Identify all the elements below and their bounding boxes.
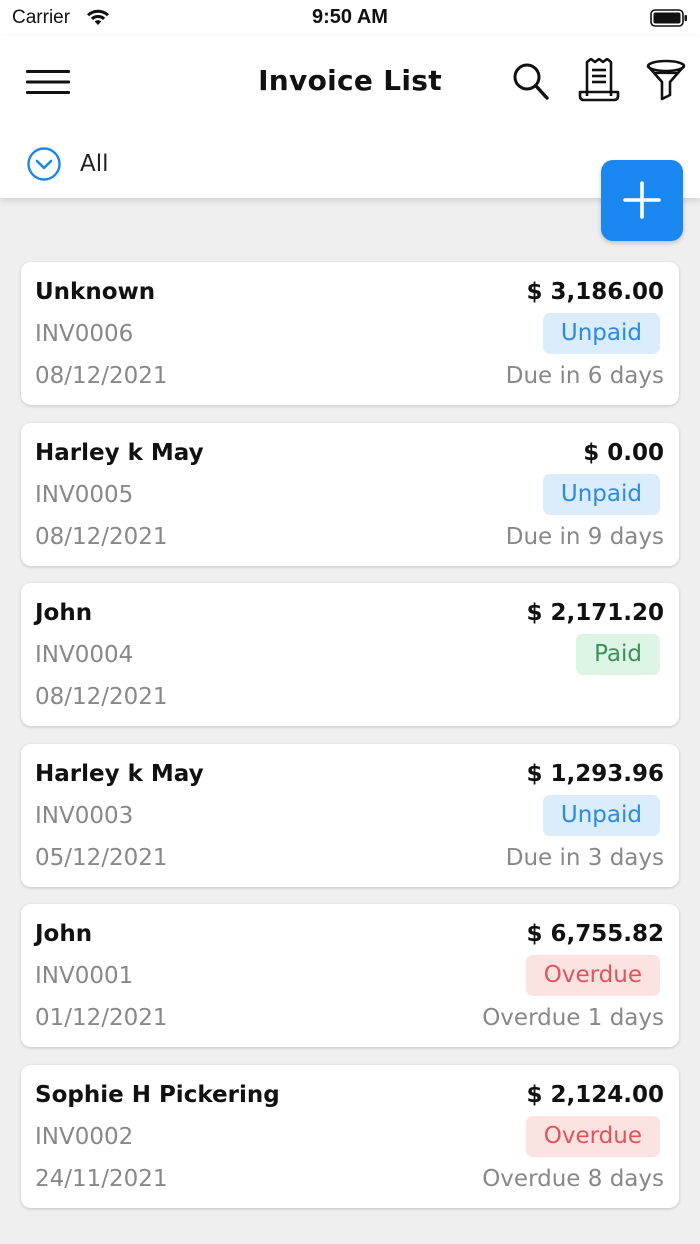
status-bar: Carrier 9:50 AM [0,0,700,36]
status-badge: Unpaid [542,794,660,836]
status-badge: Paid [576,634,660,676]
customer-name: John [35,600,93,627]
status-badge: Unpaid [542,313,660,354]
status-badge: Unpaid [542,473,660,515]
due-text: Due in 9 days [505,523,664,550]
status-badge: Overdue [525,1116,660,1157]
plus-icon [623,181,661,219]
receipt-icon[interactable] [578,58,620,102]
add-invoice-button[interactable] [601,160,683,241]
invoice-date: 08/12/2021 [35,684,168,711]
customer-name: Sophie H Pickering [35,1082,280,1108]
invoice-number: INV0002 [35,1124,134,1150]
due-text: Due in 6 days [505,363,664,389]
invoice-number: INV0005 [35,481,134,508]
invoice-number: INV0004 [35,642,134,669]
customer-name: Harley k May [35,760,204,787]
due-text: Overdue 8 days [482,1166,664,1192]
chevron-circle-icon [27,147,61,181]
filter-selected-label: All [80,151,109,177]
filter-icon[interactable] [645,58,687,102]
invoice-card[interactable]: John $ 6,755.82 INV0001 Overdue 01/12/20… [21,904,679,1048]
clock: 9:50 AM [312,6,388,28]
customer-name: John [35,921,93,948]
invoice-amount: $ 0.00 [583,439,664,466]
invoice-card[interactable]: Harley k May $ 1,293.96 INV0003 Unpaid 0… [21,743,679,887]
invoice-amount: $ 6,755.82 [526,921,664,948]
invoice-date: 01/12/2021 [35,1005,168,1032]
invoice-amount: $ 2,171.20 [526,600,664,627]
due-text: Overdue 1 days [482,1005,664,1032]
status-filter-dropdown[interactable]: All [26,146,109,182]
invoice-amount: $ 1,293.96 [526,760,664,787]
search-icon[interactable] [512,62,550,102]
due-text: Due in 3 days [505,844,664,871]
invoice-card[interactable]: Sophie H Pickering $ 2,124.00 INV0002 Ov… [21,1065,679,1208]
invoice-date: 08/12/2021 [35,363,168,389]
invoice-date: 05/12/2021 [35,844,168,871]
status-badge: Overdue [525,955,660,997]
invoice-amount: $ 2,124.00 [526,1082,664,1108]
invoice-number: INV0001 [35,963,134,990]
invoice-number: INV0006 [35,321,134,347]
invoice-amount: $ 3,186.00 [526,279,664,305]
invoice-card[interactable]: John $ 2,171.20 INV0004 Paid 08/12/2021 [21,583,679,727]
invoice-card[interactable]: Unknown $ 3,186.00 INV0006 Unpaid 08/12/… [21,262,679,405]
battery-icon [650,9,687,27]
app-header: Invoice List All [0,36,700,198]
customer-name: Unknown [35,279,156,305]
invoice-date: 24/11/2021 [35,1166,168,1192]
invoice-date: 08/12/2021 [35,523,168,550]
invoice-number: INV0003 [35,802,134,829]
invoice-card[interactable]: Harley k May $ 0.00 INV0005 Unpaid 08/12… [21,422,679,566]
customer-name: Harley k May [35,439,204,466]
